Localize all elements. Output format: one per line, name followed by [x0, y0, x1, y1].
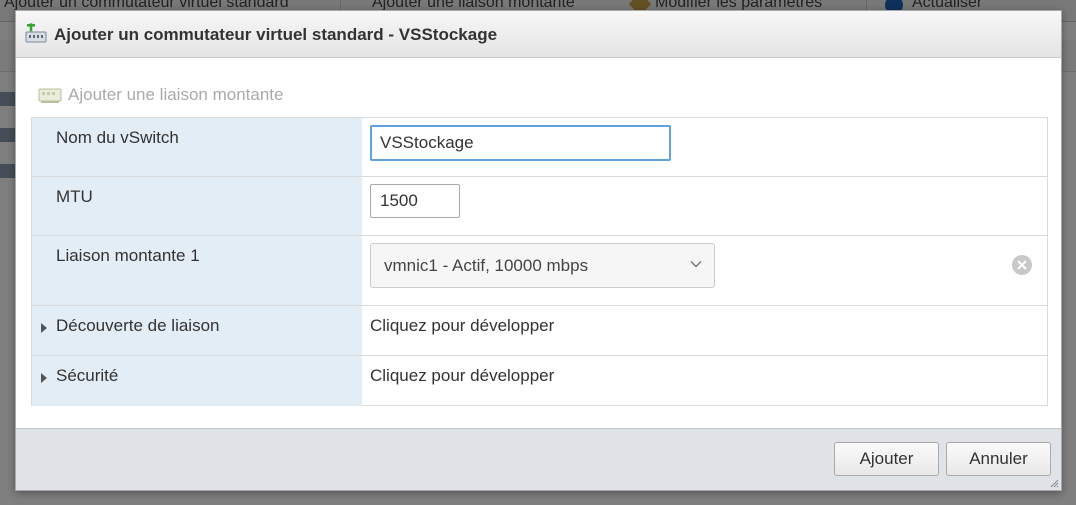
value-cell: vmnic1 - Actif, 10000 mbps [362, 236, 1047, 305]
link-discovery-expand-link[interactable]: Cliquez pour développer [370, 316, 554, 336]
dialog-title: Ajouter un commutateur virtuel standard … [54, 25, 498, 44]
remove-circle-icon[interactable] [1011, 254, 1033, 276]
label-cell: Liaison montante 1 [32, 236, 362, 305]
label-cell: Sécurité [32, 356, 362, 406]
dialog-footer: Ajouter Annuler [16, 428, 1061, 490]
network-card-icon [38, 88, 62, 103]
uplink-1-label: Liaison montante 1 [56, 246, 200, 265]
caret-right-icon[interactable] [41, 373, 47, 383]
mtu-label: MTU [56, 187, 93, 206]
uplink-1-selected-value: vmnic1 - Actif, 10000 mbps [384, 256, 589, 275]
vswitch-form: Nom du vSwitch MTU Liaison montante 1 vm… [31, 117, 1048, 406]
value-cell: Cliquez pour développer [362, 356, 1047, 406]
caret-right-icon[interactable] [41, 323, 47, 333]
add-button[interactable]: Ajouter [834, 442, 939, 476]
resize-grip-icon[interactable] [1049, 478, 1059, 488]
value-cell [362, 177, 1047, 235]
label-cell: Découverte de liaison [32, 306, 362, 355]
form-row-mtu: MTU [32, 177, 1047, 236]
link-discovery-label: Découverte de liaison [56, 316, 220, 335]
security-expand-link[interactable]: Cliquez pour développer [370, 366, 554, 386]
form-row-link-discovery[interactable]: Découverte de liaison Cliquez pour dével… [32, 306, 1047, 356]
mtu-input[interactable] [370, 184, 460, 218]
chevron-down-icon [690, 261, 702, 268]
network-switch-add-icon [25, 23, 47, 43]
dialog-header: Ajouter un commutateur virtuel standard … [16, 11, 1061, 58]
add-uplink-button[interactable]: Ajouter une liaison montante [38, 82, 283, 108]
uplink-1-select[interactable]: vmnic1 - Actif, 10000 mbps [370, 243, 715, 288]
value-cell [362, 118, 1047, 176]
label-cell: MTU [32, 177, 362, 235]
value-cell: Cliquez pour développer [362, 306, 1047, 355]
form-row-name: Nom du vSwitch [32, 118, 1047, 177]
cancel-button[interactable]: Annuler [946, 442, 1051, 476]
label-cell: Nom du vSwitch [32, 118, 362, 176]
add-uplink-label: Ajouter une liaison montante [68, 85, 284, 104]
add-vswitch-dialog: Ajouter un commutateur virtuel standard … [15, 10, 1062, 491]
vswitch-name-input[interactable] [370, 125, 671, 161]
form-row-uplink-1: Liaison montante 1 vmnic1 - Actif, 10000… [32, 236, 1047, 306]
form-row-security[interactable]: Sécurité Cliquez pour développer [32, 356, 1047, 406]
name-label: Nom du vSwitch [56, 128, 179, 147]
security-label: Sécurité [56, 366, 119, 385]
